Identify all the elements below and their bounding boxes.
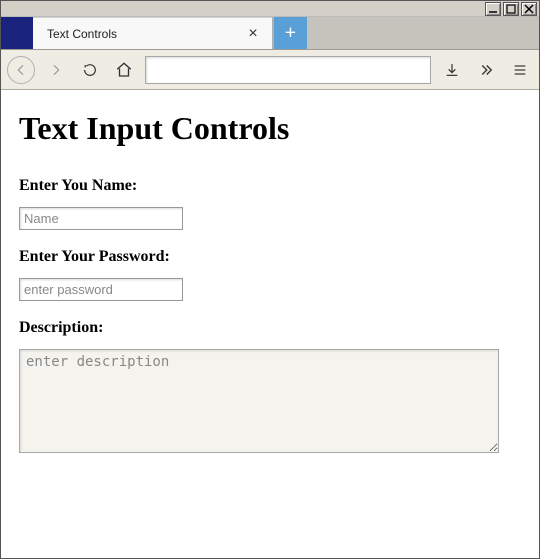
- back-button[interactable]: [7, 56, 35, 84]
- tab-accent: [1, 17, 33, 49]
- description-textarea[interactable]: [19, 349, 499, 453]
- close-window-button[interactable]: [521, 2, 537, 16]
- browser-toolbar: [1, 50, 539, 90]
- window-titlebar: [1, 1, 539, 17]
- forward-button[interactable]: [43, 57, 69, 83]
- password-label: Enter Your Password:: [19, 248, 521, 266]
- page-heading: Text Input Controls: [19, 110, 521, 147]
- name-label: Enter You Name:: [19, 177, 521, 195]
- address-bar[interactable]: [145, 56, 431, 84]
- new-tab-button[interactable]: +: [273, 17, 307, 49]
- reload-button[interactable]: [77, 57, 103, 83]
- tab-strip: Text Controls × +: [1, 17, 539, 50]
- menu-icon[interactable]: [507, 57, 533, 83]
- minimize-button[interactable]: [485, 2, 501, 16]
- tab-title: Text Controls: [47, 27, 244, 41]
- maximize-button[interactable]: [503, 2, 519, 16]
- description-label: Description:: [19, 319, 521, 337]
- password-input[interactable]: [19, 278, 183, 301]
- name-input[interactable]: [19, 207, 183, 230]
- home-button[interactable]: [111, 57, 137, 83]
- overflow-icon[interactable]: [473, 57, 499, 83]
- page-content: Text Input Controls Enter You Name: Ente…: [1, 90, 539, 558]
- download-icon[interactable]: [439, 57, 465, 83]
- close-tab-icon[interactable]: ×: [244, 25, 262, 43]
- browser-window: Text Controls × + Text Input Controls: [0, 0, 540, 559]
- browser-tab[interactable]: Text Controls ×: [33, 17, 273, 49]
